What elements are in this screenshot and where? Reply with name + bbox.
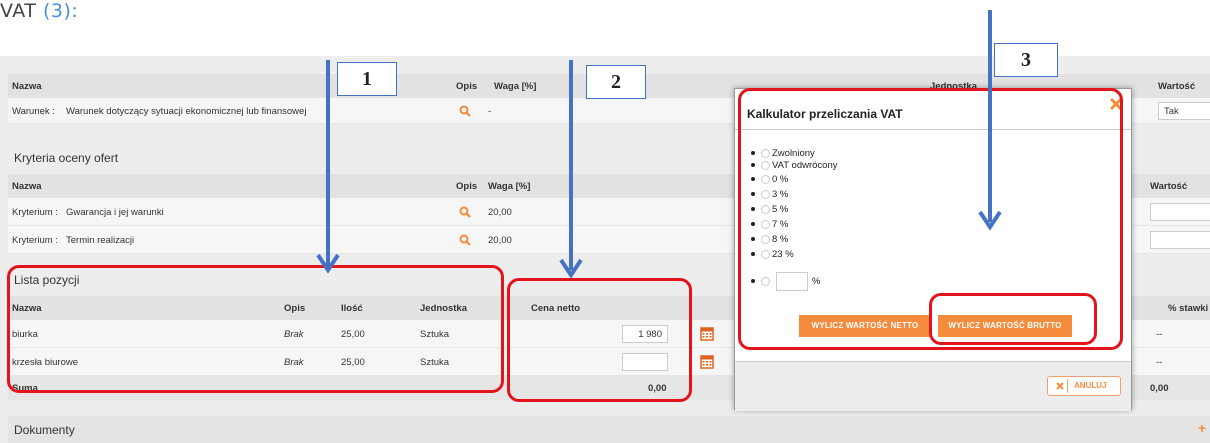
col-desc: Opis [456,81,478,92]
search-icon[interactable] [459,206,471,218]
annotation-2: 2 [586,65,646,99]
sum-right: 0,00 [1150,383,1169,394]
col-desc: Opis [456,181,478,192]
col-vat-rate: % stawki [1168,303,1209,314]
annotation-1: 1 [337,62,397,96]
add-document-icon[interactable]: + [1198,420,1206,436]
intro-text: VAT [0,0,37,22]
position-vat: -- [1156,357,1163,368]
criteria-label: Kryterium : [12,235,58,246]
col-name: Nazwa [12,181,42,192]
close-icon [1052,379,1068,393]
condition-weight: - [488,106,492,117]
highlight-price [507,278,692,402]
search-icon[interactable] [459,105,471,117]
col-value: Wartość [1150,181,1188,192]
position-vat: -- [1156,329,1163,340]
col-name: Nazwa [12,81,42,92]
col-weight: Waga [%] [488,181,531,192]
highlight-positions [7,265,504,393]
col-value: Wartość [1158,81,1196,92]
dialog-footer: ANULUJ [735,361,1131,411]
condition-value-select[interactable]: Tak [1158,102,1210,120]
documents-title: Dokumenty [14,423,75,437]
documents-section-title: Dokumenty + [8,416,1210,443]
col-weight: Waga [%] [494,81,537,92]
highlight-gross-button [929,293,1097,345]
criteria-text: Gwarancja i jej warunki [66,207,164,218]
calculator-icon[interactable] [700,327,714,341]
criteria-text: Termin realizacji [66,235,135,246]
criteria-weight: 20,00 [488,207,512,218]
search-icon[interactable] [459,234,471,246]
condition-text: Warunek dotyczący sytuacji ekonomicznej … [66,106,307,117]
calculator-icon[interactable] [700,355,714,369]
intro-heading: VAT (3): [0,0,78,22]
criteria-label: Kryterium : [12,207,58,218]
criteria-value-input[interactable] [1150,231,1210,249]
condition-label: Warunek : [12,106,55,117]
intro-number: (3): [42,0,79,22]
criteria-weight: 20,00 [488,235,512,246]
annotation-3: 3 [994,43,1058,77]
criteria-value-input[interactable] [1150,203,1210,221]
cancel-button[interactable]: ANULUJ [1047,376,1121,396]
